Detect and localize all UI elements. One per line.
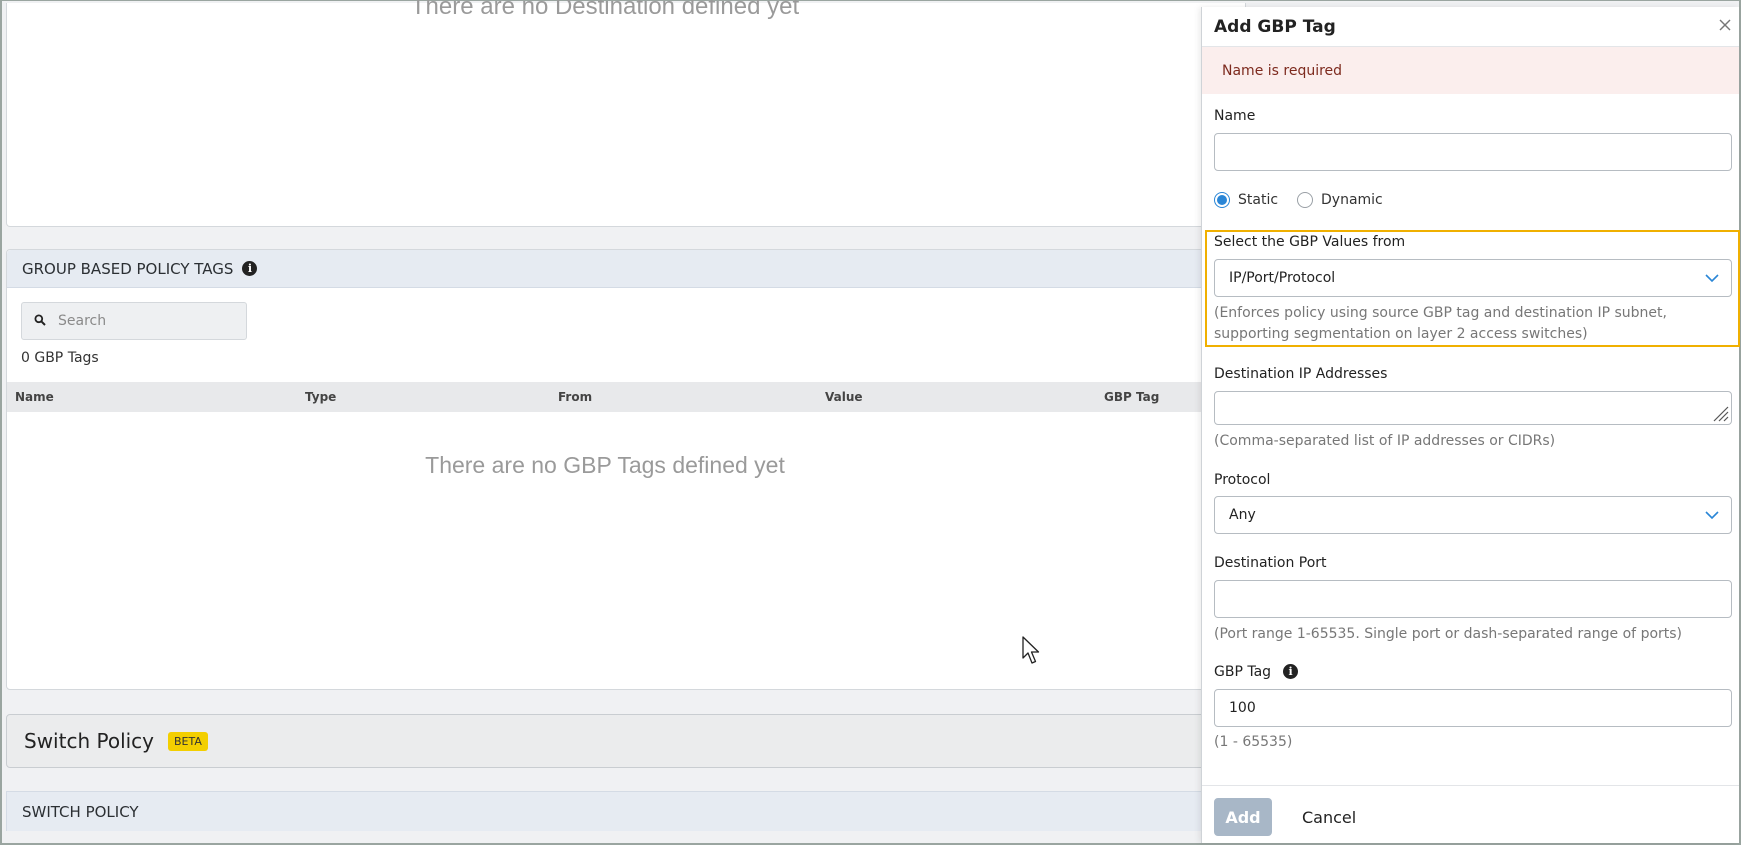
close-icon[interactable] [1719,15,1731,36]
radio-static-label: Static [1238,192,1279,208]
radio-dynamic-indicator[interactable] [1297,192,1313,208]
gbp-tag-hint: (1 - 65535) [1214,734,1293,750]
search-box[interactable] [21,302,247,340]
protocol-selected: Any [1229,507,1256,523]
dest-port-hint: (Port range 1-65535. Single port or dash… [1214,626,1683,642]
gbp-tags-section: GROUP BASED POLICY TAGS i 0 GBP Tags Nam… [6,249,1246,690]
cancel-button[interactable]: Cancel [1302,798,1356,836]
column-header-gbp-tag[interactable]: GBP Tag [1104,390,1159,404]
mouse-cursor-icon [1022,636,1040,664]
switch-policy-section-header: SWITCH POLICY [6,791,1246,831]
chevron-down-icon [1705,510,1719,519]
search-icon [34,314,46,329]
gbp-tags-section-title: GROUP BASED POLICY TAGS [22,259,234,278]
switch-policy-card[interactable]: Switch Policy BETA [6,714,1246,768]
protocol-label: Protocol [1214,472,1271,488]
chevron-down-icon [1705,273,1719,282]
add-button[interactable]: Add [1214,798,1272,836]
gbp-tags-table-header: Name Type From Value GBP Tag [7,382,1245,412]
alert-text: Name is required [1222,62,1343,79]
gbp-tag-input[interactable]: 100 [1214,689,1732,727]
protocol-select[interactable]: Any [1214,496,1732,534]
radio-static[interactable]: Static [1214,192,1278,208]
info-icon[interactable]: i [242,261,258,276]
dest-port-input[interactable] [1214,580,1732,618]
dest-ip-textarea[interactable] [1214,391,1732,425]
add-gbp-tag-panel: Add GBP Tag Name is required Name Static… [1201,7,1740,843]
destinations-empty-message: There are no Destination defined yet [410,0,800,20]
search-input[interactable] [58,313,218,329]
name-input[interactable] [1214,133,1732,171]
gbp-values-selected: IP/Port/Protocol [1229,270,1336,286]
column-header-value[interactable]: Value [825,390,863,404]
dest-port-label: Destination Port [1214,555,1327,571]
destinations-card: There are no Destination defined yet [6,0,1246,227]
gbp-tag-label: GBP Tag [1214,664,1272,680]
gbp-tags-count: 0 GBP Tags [21,350,99,366]
gbp-values-select[interactable]: IP/Port/Protocol [1214,259,1732,297]
switch-policy-section-title: SWITCH POLICY [22,802,139,821]
panel-footer-divider [1202,785,1739,786]
column-header-from[interactable]: From [558,390,592,404]
radio-dynamic[interactable]: Dynamic [1297,192,1383,208]
dest-ip-hint: (Comma-separated list of IP addresses or… [1214,433,1556,449]
switch-policy-title: Switch Policy [24,729,155,753]
beta-badge: BETA [168,731,208,751]
panel-title: Add GBP Tag [1214,17,1336,37]
gbp-tag-label-row: GBP Tag i [1214,664,1299,680]
name-label: Name [1214,108,1256,124]
resize-handle-icon[interactable] [1711,404,1729,422]
gbp-tags-empty-message: There are no GBP Tags defined yet [425,452,785,478]
column-header-type[interactable]: Type [305,390,336,404]
radio-static-indicator[interactable] [1214,192,1230,208]
radio-dynamic-label: Dynamic [1321,192,1383,208]
dest-ip-label: Destination IP Addresses [1214,366,1388,382]
validation-alert: Name is required [1202,47,1739,94]
gbp-values-hint: (Enforces policy using source GBP tag an… [1214,305,1667,342]
gbp-values-label: Select the GBP Values from [1214,234,1406,250]
info-icon[interactable]: i [1283,664,1299,679]
gbp-tags-section-header: GROUP BASED POLICY TAGS i [7,250,1245,288]
column-header-name[interactable]: Name [15,390,54,404]
